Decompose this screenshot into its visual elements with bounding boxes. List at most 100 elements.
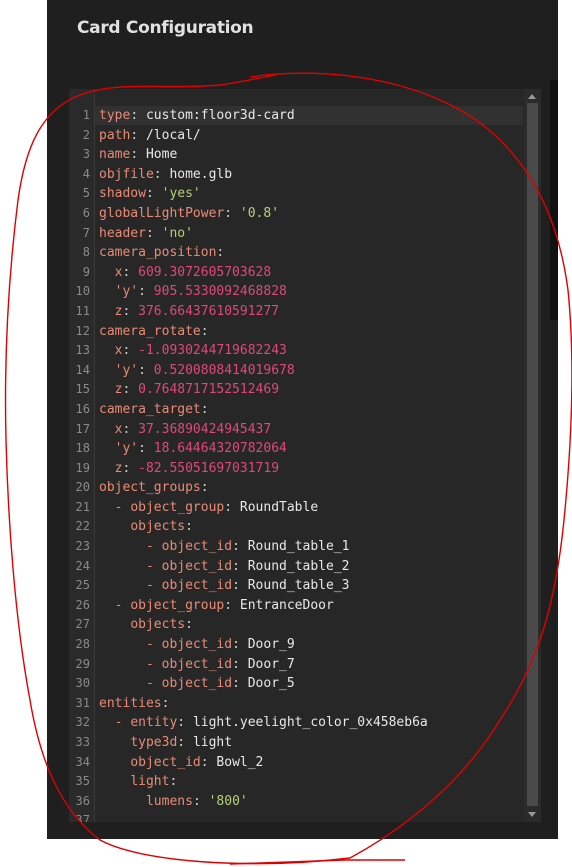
- code-text: objects:: [99, 517, 193, 537]
- line-number: 23: [75, 539, 90, 554]
- list-dash: -: [145, 637, 162, 653]
- colon: :: [122, 421, 131, 437]
- code-line[interactable]: 13 x: -1.0930244719682243: [69, 341, 287, 361]
- code-line[interactable]: 18 'y': 18.64464320782064: [69, 439, 287, 459]
- code-lines[interactable]: 1 type: custom:floor3d-card 2 path: /local/…: [69, 106, 428, 822]
- line-number: 16: [75, 401, 90, 416]
- code-line[interactable]: 14 'y': 0.5200808414019678: [69, 361, 295, 381]
- line-number: 3: [82, 147, 90, 162]
- scroll-down-arrow-icon[interactable]: [528, 812, 536, 817]
- code-line[interactable]: 33 type3d: light: [69, 733, 233, 753]
- line-number: 7: [82, 225, 90, 240]
- colon: :: [145, 225, 154, 241]
- yaml-key: camera_target: [99, 401, 201, 417]
- code-text: x: -1.0930244719682243: [99, 341, 287, 361]
- code-line[interactable]: 24 - object_id: Round_table_2: [69, 557, 350, 577]
- colon: :: [232, 676, 240, 692]
- line-number: 22: [75, 519, 90, 534]
- code-line[interactable]: 35 light:: [69, 772, 178, 792]
- yaml-value: Round_table_2: [247, 558, 350, 574]
- code-line[interactable]: 1 type: custom:floor3d-card: [69, 106, 295, 126]
- code-line[interactable]: 7 header: 'no': [69, 224, 193, 244]
- code-line[interactable]: 11 z: 376.66437610591277: [69, 302, 279, 322]
- colon: :: [192, 793, 201, 809]
- code-line[interactable]: 29 - object_id: Door_7: [69, 655, 295, 675]
- colon: :: [200, 401, 209, 417]
- code-line[interactable]: 32 - entity: light.yeelight_color_0x458e…: [69, 713, 428, 733]
- yaml-key: header: [99, 225, 146, 241]
- code-line[interactable]: 20 object_groups:: [69, 478, 209, 498]
- list-dash: -: [114, 715, 131, 731]
- yaml-value: 'no': [161, 225, 193, 241]
- colon: :: [138, 441, 146, 457]
- code-line[interactable]: 2 path: /local/: [69, 126, 201, 146]
- line-number: 32: [75, 715, 90, 730]
- colon: :: [130, 147, 139, 163]
- code-line[interactable]: 30 - object_id: Door_5: [69, 674, 295, 694]
- code-text: 'y': 905.5330092468828: [99, 282, 287, 302]
- yaml-value: /local/: [145, 127, 201, 143]
- code-line[interactable]: 8 camera_position:: [69, 243, 224, 263]
- code-line[interactable]: 21 - object_group: RoundTable: [69, 498, 319, 518]
- code-line[interactable]: 37: [69, 811, 90, 822]
- code-line[interactable]: 9 x: 609.3072605703628: [69, 263, 271, 283]
- line-number: 31: [75, 695, 90, 710]
- line-number: 25: [75, 578, 90, 593]
- line-number: 35: [75, 774, 90, 789]
- colon: :: [130, 127, 139, 143]
- editor-scrollbar[interactable]: [524, 89, 541, 822]
- code-line[interactable]: 5 shadow: 'yes': [69, 184, 201, 204]
- yaml-key: object_id: [161, 637, 233, 653]
- code-line[interactable]: 4 objfile: home.glb: [69, 165, 232, 185]
- yaml-code-editor[interactable]: 1 type: custom:floor3d-card 2 path: /local/…: [69, 89, 541, 822]
- colon: :: [122, 343, 131, 359]
- yaml-key: light: [130, 774, 170, 790]
- scroll-up-arrow-icon[interactable]: [528, 94, 536, 99]
- code-line[interactable]: 15 z: 0.7648717152512469: [69, 380, 279, 400]
- colon: :: [122, 264, 131, 280]
- code-line[interactable]: 31 entities:: [69, 694, 170, 714]
- yaml-key: type: [99, 108, 131, 123]
- code-text: shadow: 'yes': [99, 184, 201, 204]
- code-text: - object_id: Door_7: [99, 655, 295, 675]
- code-text: - object_id: Round_table_3: [99, 576, 350, 596]
- colon: :: [138, 362, 146, 378]
- code-line[interactable]: 3 name: Home: [69, 145, 178, 165]
- code-text: - object_id: Door_5: [99, 674, 295, 694]
- line-number: 18: [75, 441, 90, 456]
- colon: :: [145, 186, 154, 202]
- scrollbar-thumb[interactable]: [527, 103, 538, 806]
- line-number: 30: [75, 676, 90, 691]
- yaml-key: objects: [130, 617, 186, 633]
- line-number: 24: [75, 558, 90, 573]
- code-line[interactable]: 23 - object_id: Round_table_1: [69, 537, 350, 557]
- line-number: 4: [82, 166, 90, 181]
- code-line[interactable]: 17 x: 37.36890424945437: [69, 420, 272, 440]
- yaml-key: object_id: [130, 754, 201, 770]
- line-number: 21: [75, 499, 90, 514]
- colon: :: [122, 382, 131, 398]
- yaml-key: object_id: [161, 676, 233, 692]
- code-line[interactable]: 19 z: -82.55051697031719: [69, 459, 279, 479]
- yaml-value: light.yeelight_color_0x458eb6a: [192, 715, 428, 731]
- code-line[interactable]: 6 globalLightPower: '0.8': [69, 204, 279, 224]
- yaml-key: 'y': [114, 362, 139, 378]
- code-line[interactable]: 34 object_id: Bowl_2: [69, 753, 264, 773]
- code-text: - object_id: Round_table_2: [99, 557, 350, 577]
- code-line[interactable]: 22 objects:: [69, 517, 193, 537]
- code-line[interactable]: 10 'y': 905.5330092468828: [69, 282, 287, 302]
- code-line[interactable]: 36 lumens: '800': [69, 792, 248, 812]
- colon: :: [224, 597, 233, 613]
- code-line[interactable]: 26 - object_group: EntranceDoor: [69, 596, 334, 616]
- code-line[interactable]: 12 camera_rotate:: [69, 322, 209, 342]
- code-line[interactable]: 28 - object_id: Door_9: [69, 635, 295, 655]
- yaml-value: home.glb: [169, 166, 233, 182]
- code-line[interactable]: 27 objects:: [69, 615, 193, 635]
- yaml-value: 0.5200808414019678: [153, 362, 295, 378]
- colon: :: [177, 715, 186, 731]
- code-line[interactable]: 25 - object_id: Round_table_3: [69, 576, 350, 596]
- dialog-title: Card Configuration: [77, 18, 254, 38]
- yaml-value: Bowl_2: [216, 754, 264, 770]
- code-line[interactable]: 16 camera_target:: [69, 400, 209, 420]
- line-number: 27: [75, 617, 90, 632]
